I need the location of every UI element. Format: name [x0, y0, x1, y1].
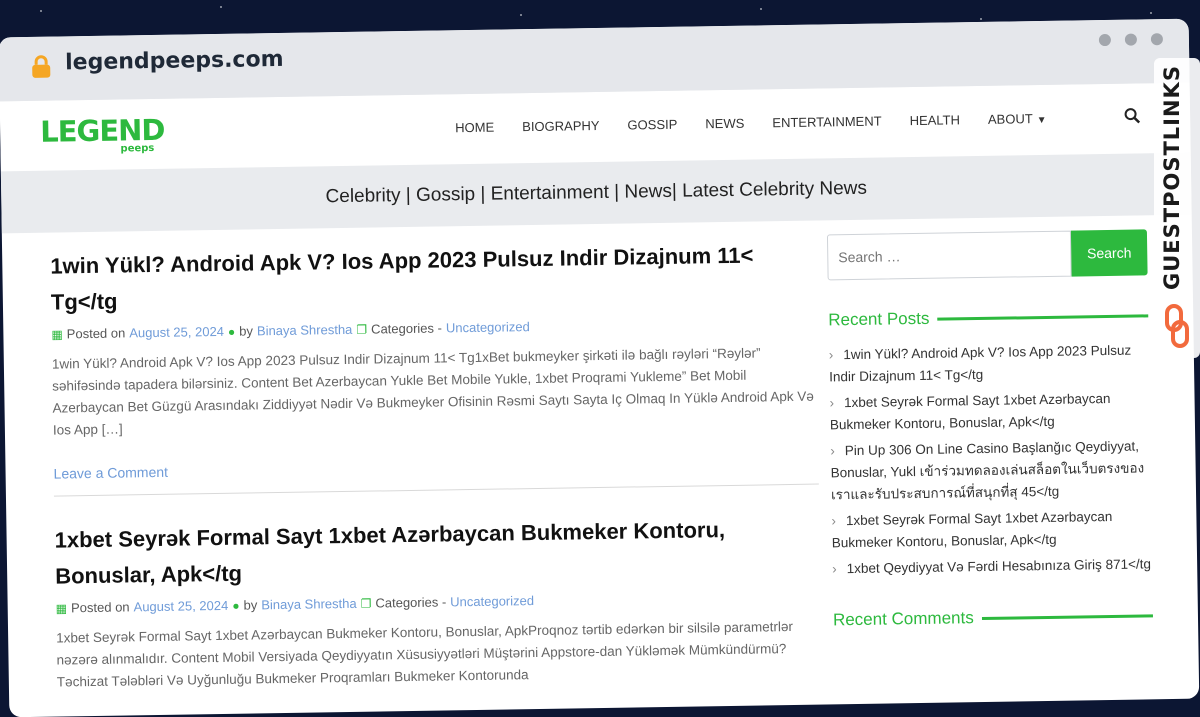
calendar-icon: ▦: [51, 326, 63, 342]
window-controls: [1098, 33, 1163, 47]
search-button[interactable]: Search: [1070, 229, 1148, 277]
site-tagline: Celebrity | Gossip | Entertainment | New…: [325, 177, 868, 208]
sidebar-search: Search: [826, 229, 1148, 281]
nav-about[interactable]: ABOUT ▼: [988, 111, 1047, 127]
recent-comments-title: Recent Comments: [832, 608, 974, 630]
search-input[interactable]: [826, 230, 1072, 281]
chevron-right-icon: ›: [830, 443, 835, 459]
recent-post-link[interactable]: 1xbet Seyrək Formal Sayt 1xbet Azərbayca…: [830, 391, 1111, 432]
chevron-right-icon: ›: [832, 561, 837, 577]
browser-window: legendpeeps.com LEGEND peeps HOME BIOGRA…: [0, 18, 1200, 717]
post-title[interactable]: 1win Yükl? Android Apk V? Ios App 2023 P…: [50, 237, 816, 321]
post-list: 1win Yükl? Android Apk V? Ios App 2023 P…: [50, 237, 822, 717]
calendar-icon: ▦: [55, 600, 68, 616]
main-nav: HOME BIOGRAPHY GOSSIP NEWS ENTERTAINMENT…: [455, 111, 1047, 135]
nav-home[interactable]: HOME: [455, 120, 494, 136]
categories-label: Categories -: [375, 594, 447, 611]
heading-rule: [981, 613, 1153, 620]
by-label: by: [239, 323, 254, 339]
post-excerpt: 1win Yükl? Android Apk V? Ios App 2023 P…: [51, 345, 814, 438]
nav-biography[interactable]: BIOGRAPHY: [522, 118, 600, 134]
logo-subtext: peeps: [120, 142, 155, 155]
recent-posts-heading: Recent Posts: [828, 305, 1149, 330]
window-dot[interactable]: [1124, 33, 1138, 46]
recent-post-item[interactable]: › 1win Yükl? Android Apk V? Ios App 2023 …: [829, 339, 1150, 388]
site-logo[interactable]: LEGEND peeps: [40, 112, 201, 157]
post-date[interactable]: August 25, 2024: [129, 324, 224, 340]
chevron-right-icon: ›: [831, 513, 837, 529]
post-title[interactable]: 1xbet Seyrək Formal Sayt 1xbet Azərbayca…: [54, 511, 820, 595]
folder-icon: ❐: [356, 322, 368, 337]
star: [220, 6, 222, 8]
recent-posts-list: › 1win Yükl? Android Apk V? Ios App 2023 …: [829, 339, 1153, 580]
folder-icon: ❐: [360, 596, 372, 611]
post-category[interactable]: Uncategorized: [450, 593, 534, 609]
categories-label: Categories -: [370, 320, 443, 337]
star: [40, 10, 42, 12]
by-label: by: [243, 597, 258, 613]
star: [1150, 12, 1152, 14]
star: [520, 14, 522, 16]
chevron-down-icon: ▼: [1036, 114, 1047, 127]
nav-news[interactable]: NEWS: [705, 116, 744, 132]
recent-post-link[interactable]: Pin Up 306 On Line Casino Başlanğıc Qeyd…: [831, 439, 1145, 503]
recent-post-link[interactable]: 1win Yükl? Android Apk V? Ios App 2023 P…: [829, 343, 1131, 385]
heading-rule: [937, 313, 1149, 321]
post-item: 1xbet Seyrək Formal Sayt 1xbet Azərbayca…: [54, 511, 822, 694]
chevron-right-icon: ›: [828, 347, 834, 363]
recent-post-item[interactable]: › 1xbet Seyrək Formal Sayt 1xbet Azərbayc…: [829, 387, 1150, 436]
link-chain-icon: [1165, 304, 1189, 348]
badge-text: GUESTPOSTLINKS: [1160, 65, 1184, 291]
window-dot[interactable]: [1098, 33, 1112, 47]
nav-about-label: ABOUT: [987, 111, 1033, 127]
recent-post-item[interactable]: › 1xbet Seyrək Formal Sayt 1xbet Azərbayc…: [831, 505, 1152, 554]
guestpostlinks-badge: GUESTPOSTLINKS: [1154, 58, 1200, 358]
chevron-right-icon: ›: [829, 395, 835, 411]
posted-on-label: Posted on: [70, 599, 130, 616]
user-icon: ●: [232, 598, 240, 613]
lock-icon: [32, 55, 51, 78]
search-icon[interactable]: [1124, 107, 1141, 124]
address-url[interactable]: legendpeeps.com: [65, 47, 284, 75]
nav-health[interactable]: HEALTH: [910, 112, 961, 128]
recent-posts-title: Recent Posts: [828, 308, 930, 330]
user-icon: ●: [227, 324, 236, 339]
posted-on-label: Posted on: [66, 325, 126, 342]
recent-comments-heading: Recent Comments: [833, 605, 1153, 630]
nav-gossip[interactable]: GOSSIP: [627, 117, 677, 133]
post-date[interactable]: August 25, 2024: [133, 598, 228, 614]
leave-comment-link[interactable]: Leave a Comment: [53, 454, 818, 482]
recent-post-link[interactable]: 1xbet Seyrək Formal Sayt 1xbet Azərbayca…: [832, 509, 1113, 550]
nav-entertainment[interactable]: ENTERTAINMENT: [772, 114, 882, 131]
post-excerpt: 1xbet Seyrək Formal Sayt 1xbet Azərbayca…: [56, 618, 794, 690]
star: [760, 8, 762, 10]
window-dot[interactable]: [1150, 33, 1163, 46]
recent-post-link[interactable]: 1xbet Qeydiyyat Və Fərdi Hesabınıza Giri…: [847, 556, 1151, 576]
recent-post-item[interactable]: › 1xbet Qeydiyyat Və Fərdi Hesabınıza Gir…: [832, 553, 1152, 580]
post-author[interactable]: Binaya Shrestha: [257, 322, 353, 338]
recent-post-item[interactable]: › Pin Up 306 On Line Casino Başlanğıc Qey…: [830, 435, 1151, 506]
sidebar: Search Recent Posts ›1win Yükl? Android …: [826, 229, 1153, 644]
post-divider: [53, 483, 819, 497]
post-author[interactable]: Binaya Shrestha: [261, 596, 357, 612]
star: [980, 18, 982, 20]
post-item: 1win Yükl? Android Apk V? Ios App 2023 P…: [50, 237, 819, 497]
post-category[interactable]: Uncategorized: [446, 319, 530, 335]
